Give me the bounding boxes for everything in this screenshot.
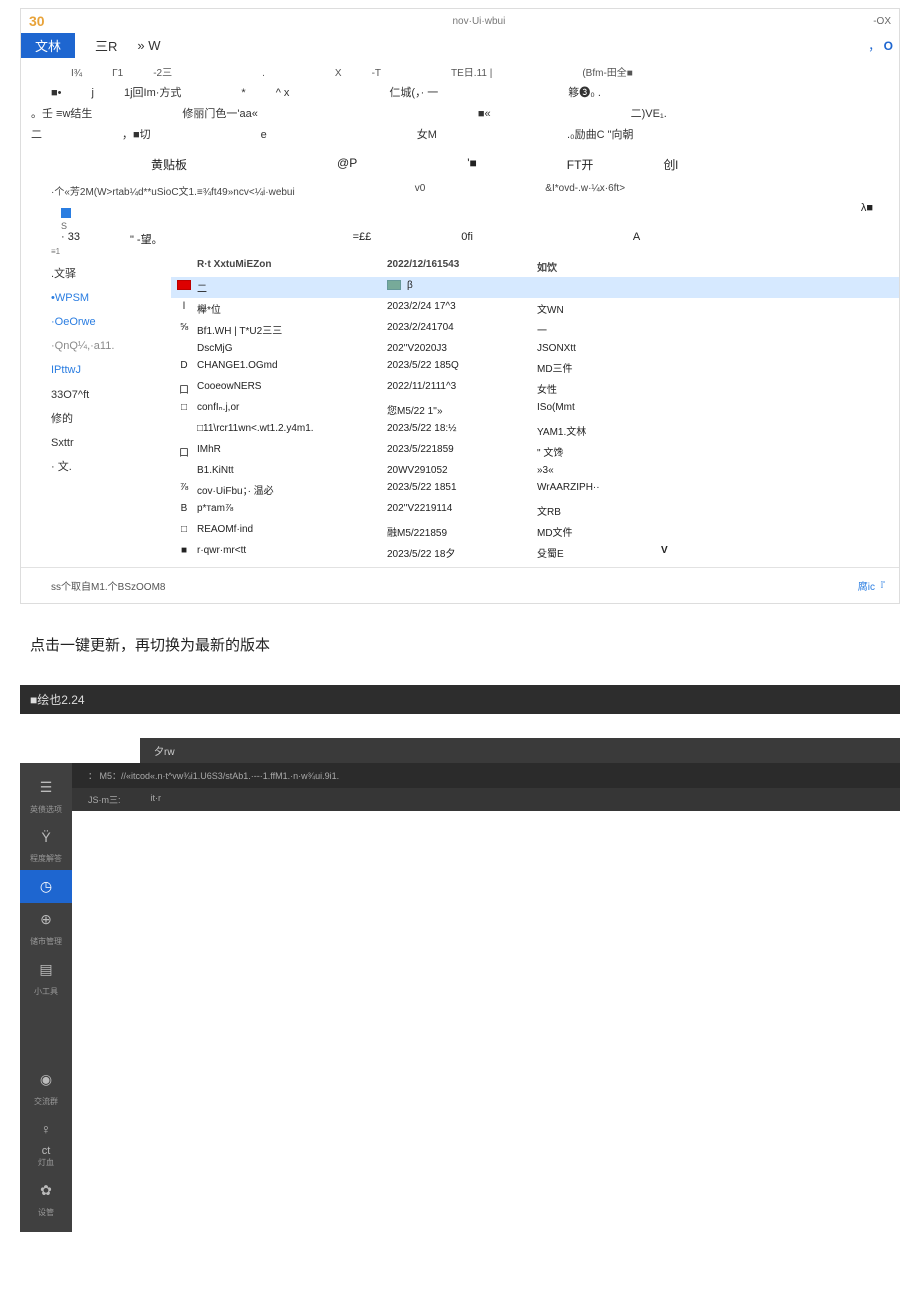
cube-icon[interactable]: ⊕ [20, 903, 72, 936]
table-row[interactable]: 口CooeowNERS2022/11/2111^3女性 [171, 378, 899, 399]
checkbox-icon: 口 [171, 381, 197, 396]
qa-new[interactable]: 创l [663, 156, 678, 173]
quick-access-row: 黄贴板 @P '■ FT开 创l [21, 150, 899, 179]
ribbon-row-3: 。壬 ≡w结生 修丽门色一'aa« ■« 二)VE₁. [31, 104, 889, 125]
ribbon-row-2: ■• j 1j回Im·方式 * ^ x 仁城(，· 一 簃❸₀ . [31, 83, 889, 104]
table-row-selected[interactable]: 二 β [171, 277, 899, 298]
w2-path-bar[interactable]: ： M5：//«itcod«.n·t^vw¾i1.U6S3/stAb1.·--·… [72, 763, 900, 788]
table-row[interactable]: B1.KiNtt20WV291052»3« [171, 462, 899, 479]
opt-a[interactable]: JS·m三: [88, 793, 121, 806]
tab-secondary-a[interactable]: 三R [95, 36, 117, 55]
table-row[interactable]: □11\rcr11wn<.wt1.2.y4m1.2023/5/22 18:½YA… [171, 420, 899, 441]
sidebar-item[interactable]: .文驿 [51, 262, 167, 286]
path-right: &I*ovd-.w·¼x·6ft> [545, 183, 625, 198]
qa-p[interactable]: @P [337, 156, 357, 173]
side-label: 设管 [20, 1207, 72, 1224]
status-left: ss个取自M1.个BSzOOM8 [51, 578, 165, 593]
table-row[interactable]: DscMjG202''V2020J3JSONXtt [171, 340, 899, 357]
tab-secondary-b[interactable]: » W [137, 38, 160, 53]
menu-icon[interactable]: ☰ [20, 771, 72, 804]
row-tail: V [661, 545, 668, 560]
sidebar-item[interactable]: 修的 [51, 407, 167, 431]
sidebar-item[interactable]: 33O7^ft [51, 383, 167, 407]
table-row[interactable]: l櫸*位2023/2/24 17^3文WN [171, 298, 899, 319]
titlebar: 30 nov·Ui·wbui -OX [21, 9, 899, 33]
flag-cn-icon [171, 280, 197, 295]
dark-app-window: ■绘也2.24 夕rw ☰ 英债选项 Ϋ 程度解答 ◷ ⊕ 储市管理 ▤ 小工具… [20, 685, 900, 1232]
lambda-icon: λ■ [861, 202, 873, 214]
s-marker: S [21, 221, 899, 231]
tab-active[interactable]: 文林 [21, 33, 75, 58]
sidebar-item[interactable]: ·OeOrwe [51, 310, 167, 334]
side-label: 英债选项 [20, 804, 72, 821]
breadcrumb: nov·Ui·wbui [85, 16, 874, 27]
sidebar-nav: .文驿 •WPSM ·OeOrwe ·QnQ¼,·a11. IPttwJ 33O… [21, 256, 171, 563]
clock-icon[interactable]: ◷ [20, 870, 72, 903]
eq1-marker: ≡1 [21, 247, 899, 256]
status-bar: ss个取自M1.个BSzOOM8 腐ic『 [21, 567, 899, 603]
file-browser-window: 30 nov·Ui·wbui -OX 文林 三R » W ， O I¾ Γ1 -… [20, 8, 900, 604]
table-row[interactable]: ⅝Bf1.WH | T*U2三三2023/2/241704一 [171, 319, 899, 340]
path-text: ·个«芳2M(W>rtab¼d**uSioC文1.≡¾ft49»ncv<¼i·w… [51, 183, 295, 198]
table-row[interactable]: □confIₙ.j,or您M5/22 1''»ISo(Mmt [171, 399, 899, 420]
sidebar-item[interactable]: Sxttr [51, 431, 167, 455]
sidebar-item[interactable]: •WPSM [51, 286, 167, 310]
tune-icon[interactable]: Ϋ [20, 821, 72, 853]
w2-sidebar: ☰ 英债选项 Ϋ 程度解答 ◷ ⊕ 储市管理 ▤ 小工具 ◉ 交流群 ♀ct 灯… [20, 763, 72, 1232]
sidebar-item[interactable]: · 文. [51, 455, 167, 479]
title-number: 30 [29, 13, 45, 29]
bulb-icon[interactable]: ♀ [20, 1113, 72, 1145]
w2-subbar: 夕rw [140, 738, 900, 763]
side-label: 程度解答 [20, 853, 72, 870]
col-type[interactable]: 如饮 [537, 259, 657, 274]
table-row[interactable]: DCHANGE1.OGmd2023/5/22 185QMD三件 [171, 357, 899, 378]
sidebar-item[interactable]: IPttwJ [51, 358, 167, 382]
sub-row: · 33 " -望。 =££ 0fi A [21, 231, 899, 247]
table-row[interactable]: ⅞cov·UiFbu；· 温必2023/5/22 1851WrAARZIPH·· [171, 479, 899, 500]
ribbon-toolbar: I¾ Γ1 -2三 . X -T TE日.11 | (Bfm-田全■ ■• j … [21, 62, 899, 150]
path-mid: v0 [415, 183, 426, 198]
file-area: .文驿 •WPSM ·OeOrwe ·QnQ¼,·a11. IPttwJ 33O… [21, 256, 899, 563]
address-bar[interactable]: ·个«芳2M(W>rtab¼d**uSioC文1.≡¾ft49»ncv<¼i·w… [21, 179, 899, 202]
table-row[interactable]: Bp*тam⅞202''V2219114文RB [171, 500, 899, 521]
side-label: 灯血 [20, 1157, 72, 1174]
tab-bar: 文林 三R » W ， O [21, 33, 899, 62]
opt-b[interactable]: it·r [151, 793, 162, 806]
sidebar-item[interactable]: ·QnQ¼,·a11. [51, 334, 167, 358]
w2-main: ： M5：//«itcod«.n·t^vw¾i1.U6S3/stAb1.·--·… [72, 763, 900, 1232]
refresh-button[interactable]: ， O [868, 37, 893, 54]
table-row[interactable]: ■r·qwr·mr<tt2023/5/22 18夕殳蜀EV [171, 542, 899, 563]
col-name[interactable]: R·t XxtuMiEZon [197, 259, 387, 274]
chat-icon[interactable]: ◉ [20, 1063, 72, 1096]
window-controls[interactable]: -OX [873, 16, 891, 27]
qa-clipboard[interactable]: 黄贴板 [151, 156, 187, 173]
side-label: 储市管理 [20, 936, 72, 953]
qa-dot[interactable]: '■ [467, 156, 477, 173]
w2-titlebar: ■绘也2.24 [20, 685, 900, 714]
flag-green-icon [387, 280, 401, 295]
tool-icon[interactable]: ▤ [20, 953, 72, 986]
table-row[interactable]: 口IMhR2023/5/221859" 文馋 [171, 441, 899, 462]
table-header[interactable]: R·t XxtuMiEZon 2022/12/161543 如饮 [171, 256, 899, 277]
status-right[interactable]: 腐ic『 [858, 578, 885, 593]
side-label: 小工具 [20, 986, 72, 1003]
ribbon-row-1: I¾ Γ1 -2三 . X -T TE日.11 | (Bfm-田全■ [31, 64, 889, 83]
blue-square-icon [61, 208, 71, 218]
w2-option-bar: JS·m三: it·r [72, 788, 900, 811]
file-table: R·t XxtuMiEZon 2022/12/161543 如饮 二 β l櫸*… [171, 256, 899, 563]
side-label: 交流群 [20, 1096, 72, 1113]
instruction-text: 点击一键更新，再切换为最新的版本 [0, 604, 920, 675]
table-row[interactable]: □REAOMf·ind融M5/221859MD文件 [171, 521, 899, 542]
w2-canvas [72, 811, 900, 1131]
gear-icon[interactable]: ✿ [20, 1174, 72, 1207]
w2-body: ☰ 英债选项 Ϋ 程度解答 ◷ ⊕ 储市管理 ▤ 小工具 ◉ 交流群 ♀ct 灯… [20, 763, 900, 1232]
ribbon-row-4: 二 ，■切 e 女M .₀励曲C "向朝 [31, 125, 889, 146]
qa-open[interactable]: FT开 [567, 156, 594, 173]
col-date[interactable]: 2022/12/161543 [387, 259, 537, 274]
